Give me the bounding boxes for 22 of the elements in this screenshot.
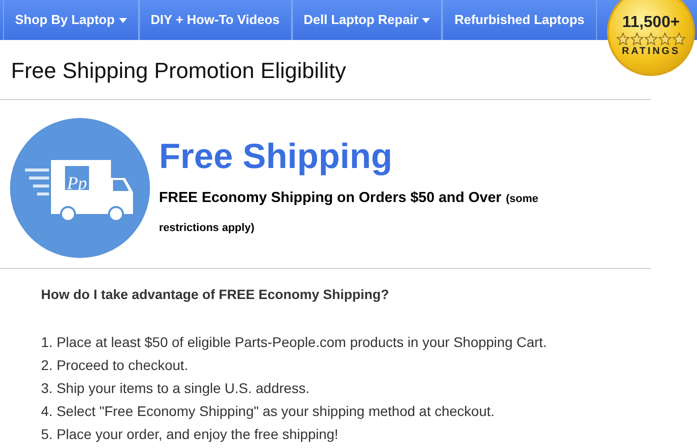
star-icon xyxy=(672,32,686,46)
step-text: 3. Ship your items to a single U.S. address. xyxy=(41,379,310,398)
step-text: 5. Place your order, and enjoy the free shipping! xyxy=(41,425,340,444)
nav-item[interactable]: DIY + How-To Videos xyxy=(138,0,292,40)
nav-item[interactable]: Dell Laptop Repair xyxy=(292,0,442,40)
caret-icon xyxy=(422,18,430,22)
star-icon xyxy=(644,32,658,46)
caret-icon xyxy=(118,18,127,22)
step-text: 2. Proceed to checkout. xyxy=(41,356,190,376)
star-icon xyxy=(630,32,644,46)
nav-item[interactable]: Refurbished Laptops xyxy=(442,0,596,40)
star-icon xyxy=(658,32,672,46)
step-text: 1. Place at least $50 of eligible Parts-People.com products in your Shopping Cart. xyxy=(41,333,548,352)
promo-text: FREE Economy Shipping on Orders $50 and Over (some restrictions apply) xyxy=(159,188,540,236)
star-icon xyxy=(616,32,630,46)
faq-question: How do I take advantage of FREE Economy Shipping? xyxy=(41,286,390,304)
nav-item[interactable]: Shop By Laptop xyxy=(3,0,139,40)
page-title: Free Shipping Promotion Eligibility xyxy=(11,60,346,82)
ratings-count: 11,500+ xyxy=(622,15,680,31)
promo-heading: Free Shipping xyxy=(159,138,394,174)
step-text: 4. Select "Free Economy Shipping" as your shipping method at checkout. xyxy=(41,402,496,422)
ratings-label: RATINGS xyxy=(622,47,680,57)
